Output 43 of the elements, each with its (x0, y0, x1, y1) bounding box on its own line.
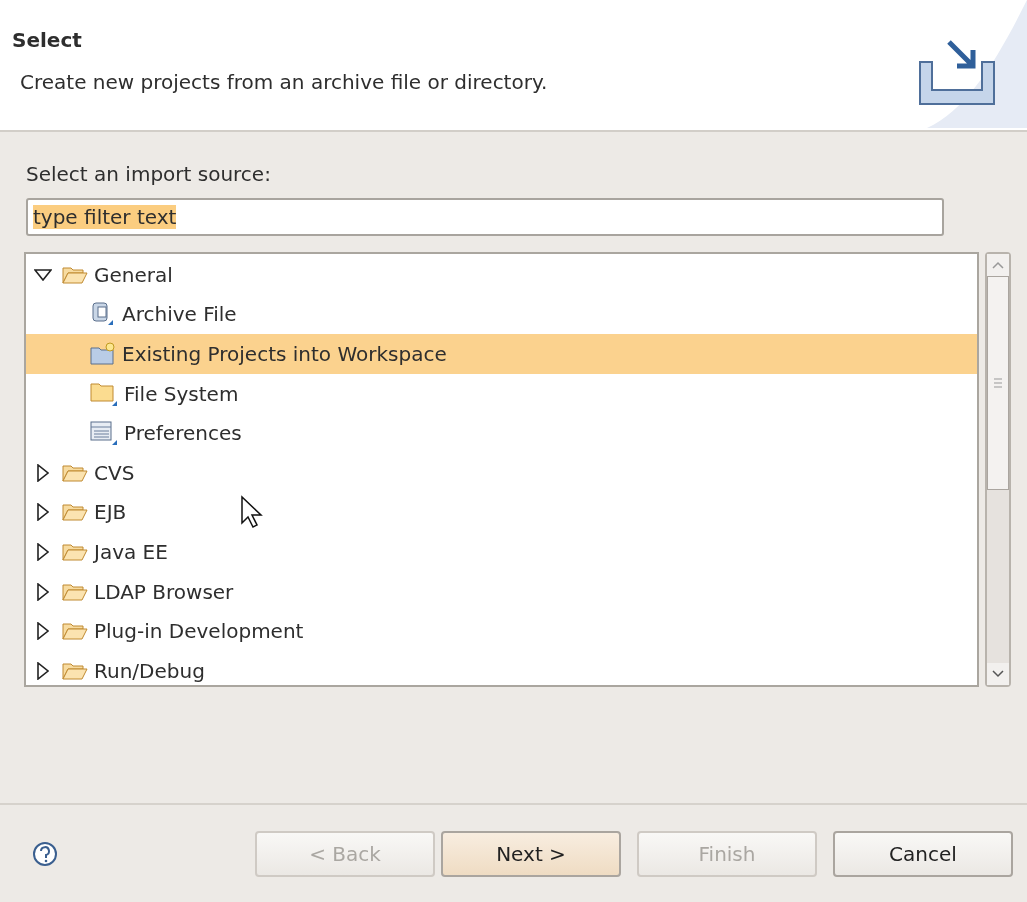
folder-icon (90, 380, 118, 407)
folder-icon (62, 581, 88, 602)
collapsed-arrow-icon[interactable] (37, 582, 49, 601)
folder-icon (62, 502, 88, 523)
scroll-down-button[interactable] (987, 663, 1009, 685)
collapsed-arrow-icon[interactable] (37, 503, 49, 522)
tree-item[interactable]: Run/Debug (26, 650, 977, 685)
up-chevron-icon (992, 261, 1004, 269)
tree-item[interactable]: Plug-in Development (26, 611, 977, 651)
tree-item[interactable]: CVS (26, 452, 977, 493)
folder-icon (62, 264, 88, 285)
expanded-arrow-icon[interactable] (34, 268, 52, 281)
tree-item[interactable]: File System (26, 373, 977, 414)
folder-icon (62, 462, 88, 483)
page-description: Create new projects from an archive file or directory. (19, 70, 548, 94)
list-icon (90, 420, 118, 447)
scroll-thumb[interactable] (987, 276, 1009, 490)
tree-item[interactable]: LDAP Browser (26, 571, 977, 612)
collapsed-arrow-icon[interactable] (37, 463, 49, 482)
down-chevron-icon (992, 670, 1004, 678)
collapsed-arrow-icon[interactable] (37, 542, 49, 561)
mouse-cursor-icon (240, 495, 264, 529)
project-folder-icon (90, 342, 116, 366)
help-icon[interactable] (32, 840, 58, 867)
page-title: Select (12, 28, 83, 52)
collapsed-arrow-icon[interactable] (37, 622, 49, 641)
tree-item[interactable]: Archive File (26, 294, 977, 335)
tree-item[interactable]: EJB (26, 492, 977, 533)
tree-item[interactable]: General (26, 255, 977, 295)
import-source-label: Select an import source: (25, 162, 272, 186)
folder-icon (62, 660, 88, 681)
tree-item[interactable]: Preferences (26, 413, 977, 453)
archive-icon (90, 301, 116, 328)
collapsed-arrow-icon[interactable] (37, 661, 49, 680)
tree-item[interactable]: Existing Projects into Workspace (26, 334, 977, 374)
folder-icon (62, 541, 88, 562)
tree-item[interactable]: Java EE (26, 532, 977, 572)
dialog-button[interactable]: Next > (441, 830, 621, 877)
grip-icon (994, 378, 1002, 388)
folder-icon (62, 621, 88, 642)
scrollbar[interactable] (985, 252, 1011, 687)
dialog-button[interactable]: Cancel (833, 830, 1013, 877)
filter-field[interactable]: type filter text (26, 198, 944, 236)
